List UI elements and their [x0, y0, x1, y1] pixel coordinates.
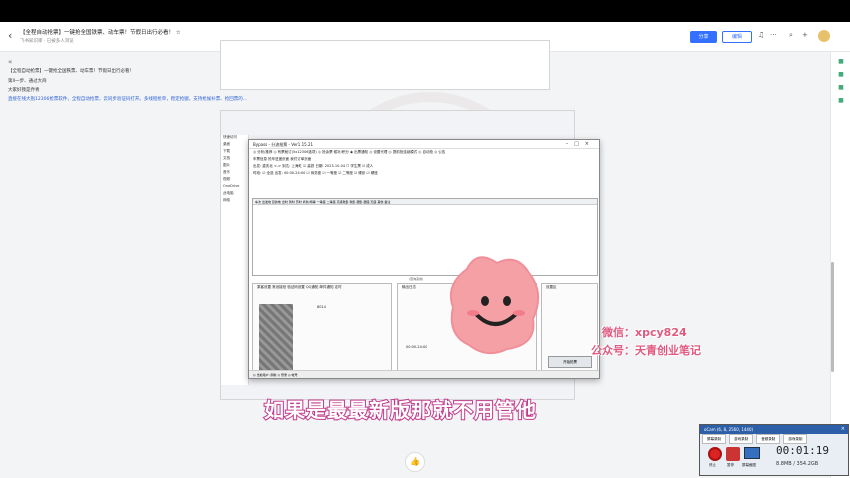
recorder-tab[interactable]: 游戏录制	[729, 434, 754, 444]
explorer-item[interactable]: 视频	[221, 177, 248, 184]
blurred-passenger-list	[259, 304, 293, 370]
recorder-tab[interactable]: 音频录制	[756, 434, 781, 444]
explorer-item[interactable]: 音乐	[221, 170, 248, 177]
doc-meta: 飞书知识库 · 已被多人浏览	[20, 39, 74, 44]
bypass-statusbar: ◎ 当前用户: 刷新 ◎ 登录 ◎ 帐号	[249, 370, 599, 378]
panel-time: 00:00-24:00	[406, 345, 428, 349]
more-button[interactable]: ···	[770, 31, 777, 39]
screen-capture-icon[interactable]	[744, 447, 760, 459]
bypass-menu-row[interactable]: ◎ 分析/推荐 ◎ 有票就订(5x12306选项) ◎ 抢余票 候补/积分 ◉ …	[249, 149, 599, 156]
explorer-item[interactable]: 桌面	[221, 142, 248, 149]
doc-title: 【全程自动抢票】一键抢全国铁票、动车票！节假日出行必看！ ☆	[20, 30, 181, 36]
recorder-title: oCam (6, 8, 2560, 1440)	[700, 425, 848, 434]
bell-icon[interactable]: ♫	[758, 31, 764, 39]
like-button[interactable]: 👍	[405, 452, 425, 472]
window-controls[interactable]: –□×	[566, 141, 595, 147]
comment-icon[interactable]: ■	[831, 58, 850, 65]
recording-size: 8.8MB / 354.2GB	[776, 461, 819, 467]
settings-panel-title: 设置区	[546, 285, 557, 289]
share-button[interactable]: 分享	[690, 31, 717, 43]
recorder-tab[interactable]: 游戏录制	[783, 434, 808, 444]
stop-label: 停止	[709, 463, 716, 467]
bypass-window: Bypass - 分流抢票 - Ver1.15.21 –□× ◎ 分析/推荐 ◎…	[248, 139, 600, 379]
explorer-item[interactable]: 图片	[221, 163, 248, 170]
history-icon[interactable]: ■	[831, 97, 850, 104]
explorer-sidebar: 快速访问 桌面 下载 文档 图片 音乐 视频 OneDrive 此电脑 网络	[221, 135, 249, 385]
screenshot-top	[220, 40, 550, 90]
search-icon[interactable]: ⌕	[789, 31, 793, 40]
scrollbar[interactable]	[831, 262, 834, 372]
bypass-query-row[interactable]: 出发: 重庆北 <-> 到达: 上海虹 ☑ 高铁 日期: 2023-10-04 …	[249, 163, 599, 170]
doc-line-3: 大家好我是乔青	[8, 88, 40, 93]
video-subtitle: 如果是最最新版那就不用管他	[263, 397, 537, 423]
back-arrow-icon[interactable]: ‹	[8, 29, 12, 42]
recorder-tab[interactable]: 屏幕录制	[702, 434, 726, 444]
explorer-item[interactable]: 此电脑	[221, 191, 248, 198]
doc-line-2: 第II一步、通过大商	[8, 79, 47, 84]
wechat-watermark: 微信：xpcy824	[602, 326, 687, 339]
pause-icon[interactable]	[726, 447, 740, 461]
settings-panel: 设置区 开始抢票	[541, 283, 598, 373]
emoji-sticker	[449, 256, 540, 355]
bypass-title: Bypass - 分流抢票 - Ver1.15.21	[249, 140, 599, 149]
edit-button[interactable]: 编辑	[722, 31, 752, 43]
doc-line-1: 【全程自动抢票】一键抢全国铁票、动车票！节假日出行必看！	[8, 69, 134, 74]
avatar[interactable]	[818, 30, 830, 42]
explorer-item[interactable]: 下载	[221, 149, 248, 156]
grid-header: 车次 出发地 目的地 出时 到时 历时 商务/特等 一等座 二等座 高级软卧 软…	[253, 199, 597, 205]
add-button[interactable]: +	[802, 31, 808, 39]
account-watermark: 公众号：天青创业笔记	[591, 344, 701, 357]
start-button[interactable]: 开始抢票	[548, 356, 592, 368]
stop-record-icon[interactable]	[708, 447, 722, 461]
explorer-item[interactable]: 快速访问	[221, 135, 248, 142]
passenger-panel-tabs[interactable]: 乘客设置 常设接班 验证码设置 QQ通知 邮件通知 定时	[253, 284, 391, 291]
screen-label: 屏幕截图	[742, 463, 756, 467]
recording-timer: 00:01:19	[776, 444, 829, 457]
explorer-item[interactable]: 网络	[221, 198, 248, 205]
screen: ‹ 【全程自动抢票】一键抢全国铁票、动车票！节假日出行必看！ ☆ 飞书知识库 ·…	[0, 22, 850, 478]
close-icon[interactable]: ×	[841, 426, 845, 432]
outline-icon[interactable]: ■	[831, 71, 850, 78]
panel-code: 8014	[317, 305, 326, 309]
bypass-tabs-row[interactable]: 车票信息 抢车进度页面 我们订单页面	[249, 156, 599, 163]
translate-icon[interactable]: ■	[831, 84, 850, 91]
ocam-recorder: oCam (6, 8, 2560, 1440) × 屏幕录制 游戏录制 音频录制…	[699, 424, 849, 476]
grid-caption: (查询完成)	[409, 277, 424, 281]
pause-label: 暂停	[727, 463, 734, 467]
passenger-panel: 乘客设置 常设接班 验证码设置 QQ通知 邮件通知 定时 8014	[252, 283, 392, 373]
train-grid: 车次 出发地 目的地 出时 到时 历时 商务/特等 一等座 二等座 高级软卧 软…	[252, 198, 598, 276]
bypass-seat-row[interactable]: 时段: ☑ 全选 出发: 00:00-24:00 ☑ 商务座 ☑ 一等座 ☑ 二…	[249, 170, 599, 177]
expand-sidebar-icon[interactable]: «	[8, 58, 12, 66]
recorder-tabs: 屏幕录制 游戏录制 音频录制 游戏录制	[700, 434, 848, 444]
explorer-item[interactable]: 文档	[221, 156, 248, 163]
doc-line-4: 直接在线大抱12306抢票软件，全程自动抢票，云同步验证码打开。多线程抢单，稳定…	[8, 97, 248, 102]
explorer-item[interactable]: OneDrive	[221, 184, 248, 191]
